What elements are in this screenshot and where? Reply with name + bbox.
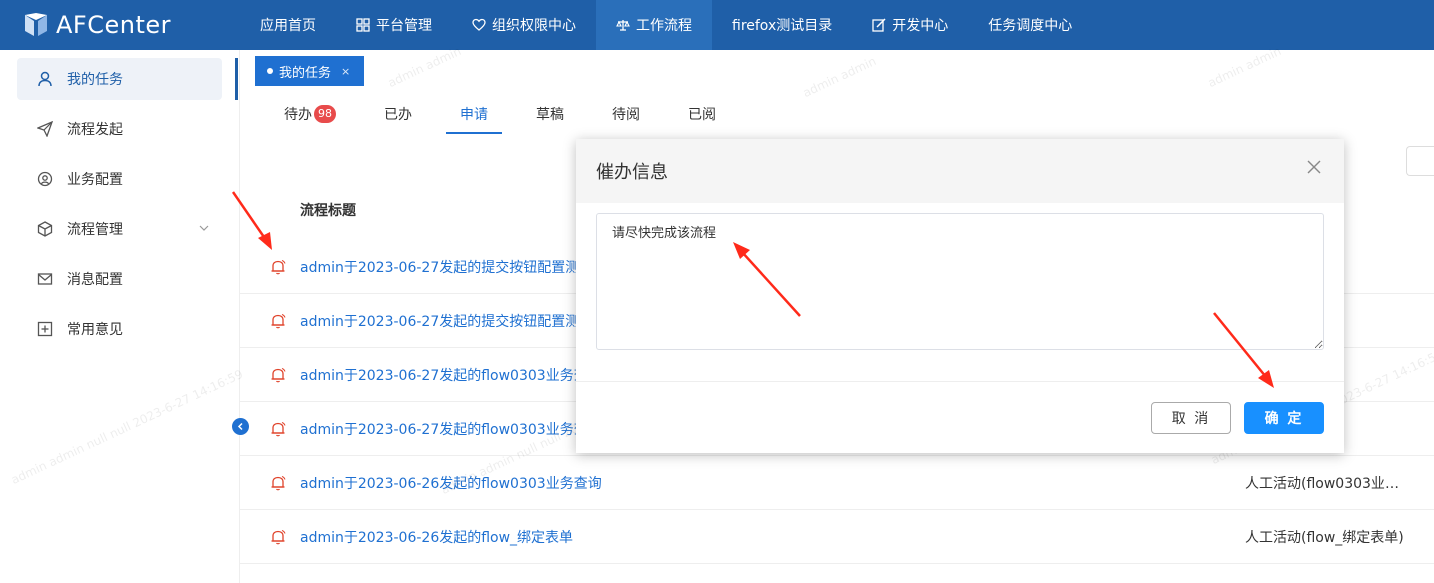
dialog-footer: 取 消 确 定 xyxy=(576,381,1344,453)
dialog-body: 请尽快完成该流程 xyxy=(576,203,1344,381)
urge-message-input[interactable]: 请尽快完成该流程 xyxy=(596,213,1324,350)
confirm-button[interactable]: 确 定 xyxy=(1244,402,1324,434)
dialog-title: 催办信息 xyxy=(596,162,668,183)
urge-dialog: 催办信息 请尽快完成该流程 取 消 确 定 xyxy=(576,139,1344,453)
dialog-header: 催办信息 xyxy=(576,139,1344,203)
cancel-button[interactable]: 取 消 xyxy=(1151,402,1231,434)
close-icon[interactable] xyxy=(1306,159,1322,175)
